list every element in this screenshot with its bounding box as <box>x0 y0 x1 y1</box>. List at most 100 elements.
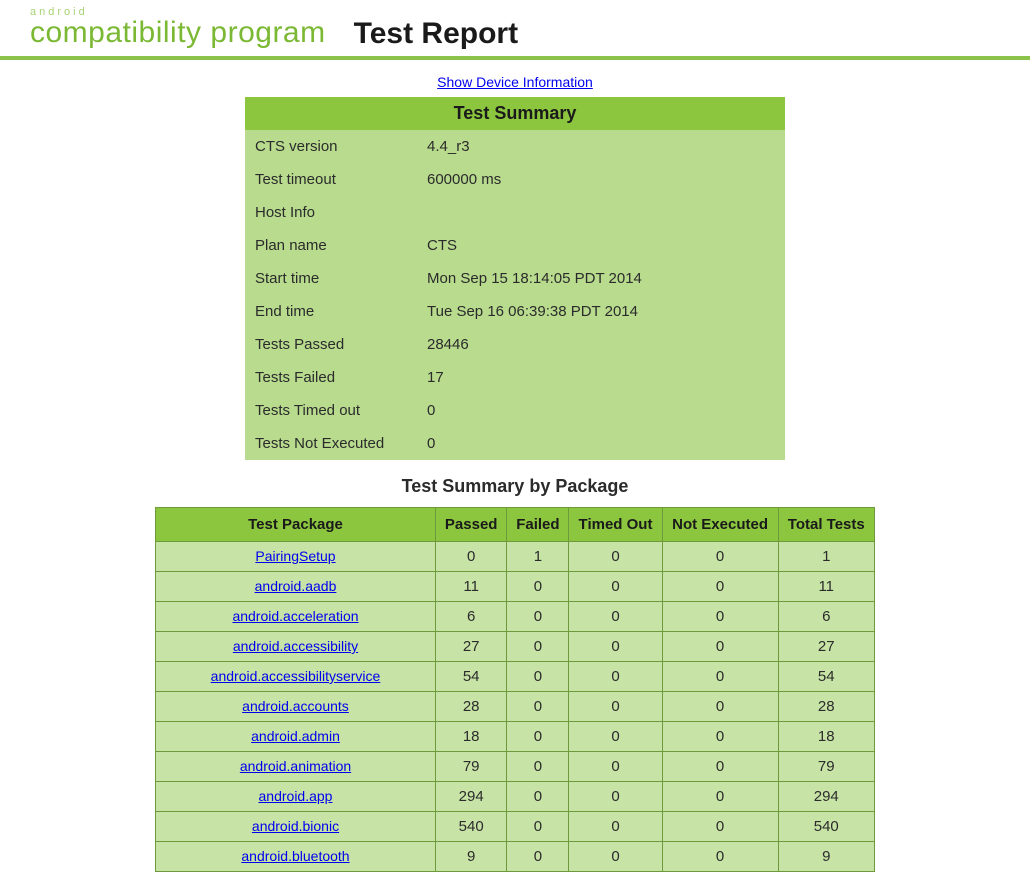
table-row: android.accessibility2700027 <box>156 632 875 662</box>
value: 4.4_r3 <box>427 138 470 155</box>
table-row: android.accessibilityservice5400054 <box>156 662 875 692</box>
value: 0 <box>427 402 435 419</box>
cell-failed: 0 <box>507 752 569 782</box>
cell-not-exec: 0 <box>662 722 778 752</box>
package-link[interactable]: android.bluetooth <box>241 848 349 864</box>
cell-total: 54 <box>778 662 875 692</box>
col-failed: Failed <box>507 508 569 542</box>
test-summary-box: Test Summary CTS version 4.4_r3 Test time… <box>245 97 785 460</box>
cell-total: 6 <box>778 602 875 632</box>
package-link[interactable]: android.accessibilityservice <box>211 668 381 684</box>
label: Test timeout <box>255 171 405 188</box>
table-row: PairingSetup01001 <box>156 542 875 572</box>
cell-timed-out: 0 <box>569 752 662 782</box>
col-timed-out: Timed Out <box>569 508 662 542</box>
cell-failed: 0 <box>507 722 569 752</box>
label: Tests Timed out <box>255 402 405 419</box>
cell-not-exec: 0 <box>662 782 778 812</box>
cell-not-exec: 0 <box>662 662 778 692</box>
value: CTS <box>427 237 457 254</box>
package-link[interactable]: android.admin <box>251 728 340 744</box>
value: 600000 ms <box>427 171 501 188</box>
cell-passed: 79 <box>436 752 507 782</box>
cell-timed-out: 0 <box>569 692 662 722</box>
page-header: android compatibility program Test Repor… <box>0 0 1030 60</box>
table-row: android.bionic540000540 <box>156 812 875 842</box>
cell-timed-out: 0 <box>569 602 662 632</box>
table-row: android.accounts2800028 <box>156 692 875 722</box>
col-passed: Passed <box>436 508 507 542</box>
show-device-info-link[interactable]: Show Device Information <box>437 74 593 90</box>
table-row: android.acceleration60006 <box>156 602 875 632</box>
cell-failed: 0 <box>507 602 569 632</box>
cell-total: 294 <box>778 782 875 812</box>
table-row: android.bluetooth90009 <box>156 842 875 872</box>
package-link[interactable]: android.aadb <box>255 578 337 594</box>
cell-timed-out: 0 <box>569 542 662 572</box>
cell-failed: 0 <box>507 632 569 662</box>
cell-failed: 0 <box>507 812 569 842</box>
cell-passed: 294 <box>436 782 507 812</box>
label: CTS version <box>255 138 405 155</box>
package-table: Test Package Passed Failed Timed Out Not… <box>155 507 875 872</box>
cell-passed: 9 <box>436 842 507 872</box>
test-summary-title: Test Summary <box>245 97 785 130</box>
cell-not-exec: 0 <box>662 842 778 872</box>
label: Host Info <box>255 204 405 221</box>
label: Tests Failed <box>255 369 405 386</box>
label: Plan name <box>255 237 405 254</box>
logo-big-text: compatibility program <box>30 18 326 48</box>
cell-timed-out: 0 <box>569 662 662 692</box>
label: Start time <box>255 270 405 287</box>
table-row: android.aadb1100011 <box>156 572 875 602</box>
cell-not-exec: 0 <box>662 542 778 572</box>
label: Tests Passed <box>255 336 405 353</box>
value: 28446 <box>427 336 469 353</box>
table-row: android.animation7900079 <box>156 752 875 782</box>
page-title: Test Report <box>354 17 518 51</box>
package-link[interactable]: android.acceleration <box>232 608 358 624</box>
cell-timed-out: 0 <box>569 782 662 812</box>
cell-timed-out: 0 <box>569 722 662 752</box>
cell-not-exec: 0 <box>662 632 778 662</box>
cell-passed: 18 <box>436 722 507 752</box>
cell-passed: 6 <box>436 602 507 632</box>
value: Tue Sep 16 06:39:38 PDT 2014 <box>427 303 638 320</box>
cell-total: 27 <box>778 632 875 662</box>
label: End time <box>255 303 405 320</box>
cell-timed-out: 0 <box>569 572 662 602</box>
value: Mon Sep 15 18:14:05 PDT 2014 <box>427 270 642 287</box>
cell-passed: 11 <box>436 572 507 602</box>
value: 0 <box>427 435 435 452</box>
by-package-title: Test Summary by Package <box>0 476 1030 497</box>
cell-passed: 540 <box>436 812 507 842</box>
cell-total: 28 <box>778 692 875 722</box>
package-link[interactable]: android.app <box>259 788 333 804</box>
package-link[interactable]: android.accounts <box>242 698 349 714</box>
cell-total: 1 <box>778 542 875 572</box>
cell-passed: 27 <box>436 632 507 662</box>
cell-failed: 0 <box>507 692 569 722</box>
cell-not-exec: 0 <box>662 752 778 782</box>
cell-not-exec: 0 <box>662 812 778 842</box>
cell-failed: 1 <box>507 542 569 572</box>
cell-passed: 54 <box>436 662 507 692</box>
table-row: android.app294000294 <box>156 782 875 812</box>
cell-passed: 28 <box>436 692 507 722</box>
cell-failed: 0 <box>507 782 569 812</box>
cell-not-exec: 0 <box>662 602 778 632</box>
cell-total: 11 <box>778 572 875 602</box>
cell-failed: 0 <box>507 842 569 872</box>
package-link[interactable]: android.bionic <box>252 818 339 834</box>
package-link[interactable]: PairingSetup <box>255 548 335 564</box>
cell-total: 18 <box>778 722 875 752</box>
package-link[interactable]: android.accessibility <box>233 638 358 654</box>
package-link[interactable]: android.animation <box>240 758 351 774</box>
cell-failed: 0 <box>507 662 569 692</box>
logo: android compatibility program <box>30 6 326 56</box>
col-test-package: Test Package <box>156 508 436 542</box>
col-total-tests: Total Tests <box>778 508 875 542</box>
cell-not-exec: 0 <box>662 692 778 722</box>
col-not-executed: Not Executed <box>662 508 778 542</box>
cell-failed: 0 <box>507 572 569 602</box>
